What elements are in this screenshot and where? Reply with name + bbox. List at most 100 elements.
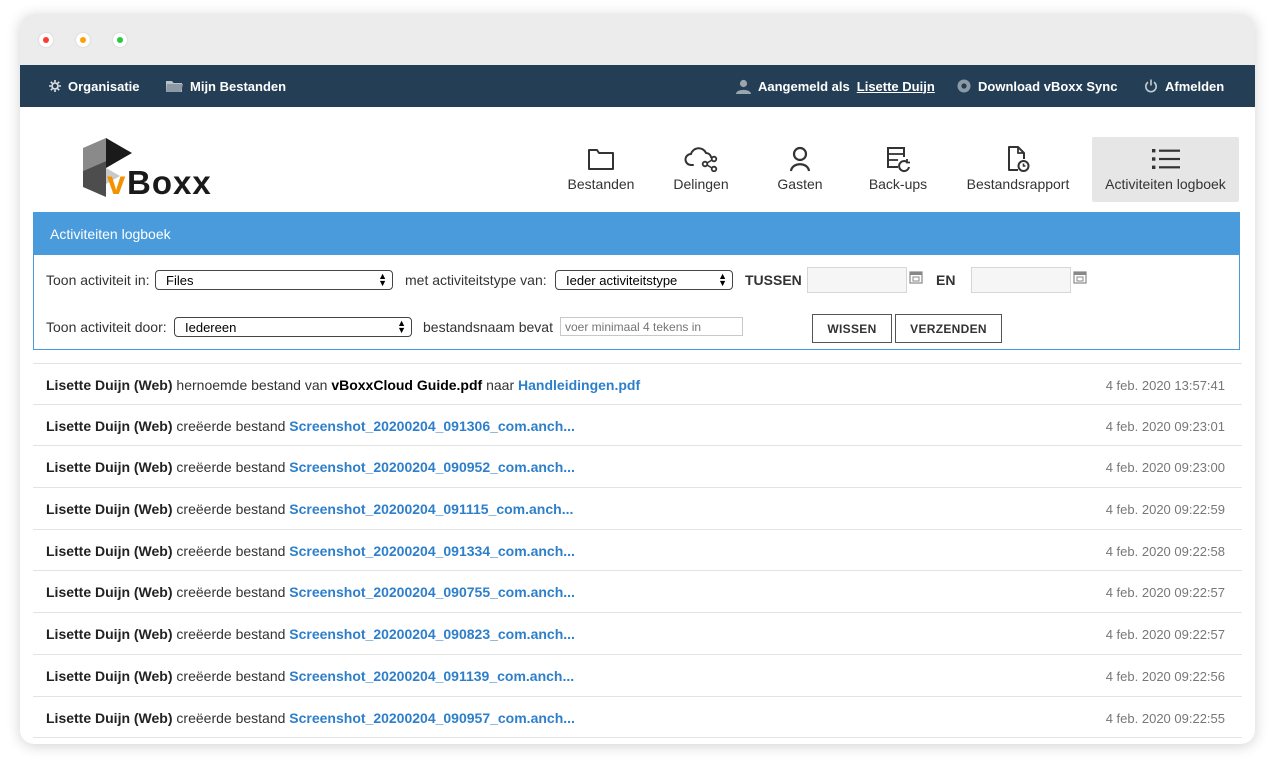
- activity-target-link[interactable]: Screenshot_20200204_090823_com.anch...: [289, 626, 575, 642]
- list-item: Lisette Duijn (Web) creëerde bestand Scr…: [33, 446, 1242, 489]
- mijn-bestanden-link[interactable]: Mijn Bestanden: [166, 65, 286, 107]
- app-header: v Boxx Bestanden Delingen Gasten Back-up…: [20, 107, 1255, 212]
- activity-description: Lisette Duijn (Web) creëerde bestand Scr…: [46, 501, 573, 517]
- activity-description: Lisette Duijn (Web) creëerde bestand Scr…: [46, 543, 575, 559]
- show-in-value: Files: [166, 272, 194, 288]
- activity-description: Lisette Duijn (Web) creëerde bestand Scr…: [46, 710, 575, 726]
- filename-input[interactable]: [560, 317, 743, 336]
- minimize-window-button[interactable]: [76, 33, 90, 47]
- list-item: Lisette Duijn (Web) creëerde bestand Scr…: [33, 613, 1242, 655]
- calendar-icon[interactable]: [909, 270, 923, 289]
- logo-v-letter: v: [107, 164, 126, 199]
- activity-timestamp: 4 feb. 2020 09:22:57: [1105, 627, 1225, 643]
- logout-label: Afmelden: [1165, 78, 1225, 94]
- activity-target-link[interactable]: Screenshot_20200204_090755_com.anch...: [289, 584, 575, 600]
- download-sync-link[interactable]: Download vBoxx Sync: [957, 65, 1117, 107]
- activity-target-link[interactable]: Screenshot_20200204_091334_com.anch...: [289, 543, 575, 559]
- activity-action: creëerde bestand: [176, 626, 286, 643]
- activity-action: creëerde bestand: [176, 709, 286, 726]
- logo-wordmark: Boxx: [127, 164, 212, 199]
- activity-description: Lisette Duijn (Web) creëerde bestand Scr…: [46, 668, 574, 684]
- tab-bestanden-label: Bestanden: [567, 176, 635, 192]
- sync-icon: [957, 79, 971, 93]
- mijn-bestanden-label: Mijn Bestanden: [190, 78, 287, 94]
- tab-bestandsrapport-label: Bestandsrapport: [966, 176, 1070, 192]
- activity-action: creëerde bestand: [176, 459, 286, 476]
- tab-gasten[interactable]: Gasten: [766, 137, 834, 202]
- activity-type-value: Ieder activiteitstype: [566, 272, 678, 288]
- activity-user: Lisette Duijn (Web): [46, 377, 173, 393]
- tab-activiteiten-logboek-label: Activiteiten logboek: [1105, 176, 1226, 192]
- activity-list: Lisette Duijn (Web) hernoemde bestand va…: [33, 363, 1242, 739]
- activity-target-link[interactable]: Screenshot_20200204_090957_com.anch...: [289, 710, 575, 726]
- activity-target-link[interactable]: Screenshot_20200204_091306_com.anch...: [289, 418, 575, 434]
- logged-in-user-link[interactable]: Lisette Duijn: [857, 79, 935, 94]
- list-icon: [1092, 142, 1239, 176]
- and-label: EN: [936, 272, 956, 288]
- select-arrows-icon: ▲ ▼: [378, 271, 387, 288]
- tab-delingen-label: Delingen: [673, 176, 729, 192]
- browser-window: Organisatie Mijn Bestanden Aangemeld als…: [20, 14, 1255, 744]
- tab-gasten-label: Gasten: [777, 176, 823, 192]
- activity-action: creëerde bestand: [176, 501, 286, 518]
- activity-action: creëerde bestand: [176, 542, 286, 559]
- tab-activiteiten-logboek[interactable]: Activiteiten logboek: [1092, 137, 1239, 202]
- activity-description: Lisette Duijn (Web) hernoemde bestand va…: [46, 377, 640, 393]
- logged-in-prefix: Aangemeld als: [758, 78, 850, 94]
- activity-user: Lisette Duijn (Web): [46, 542, 173, 559]
- select-arrows-icon: ▲ ▼: [397, 318, 406, 335]
- activity-user: Lisette Duijn (Web): [46, 584, 173, 601]
- activity-type-select[interactable]: Ieder activiteitstype ▲ ▼: [555, 270, 733, 290]
- top-navigation-bar: Organisatie Mijn Bestanden Aangemeld als…: [20, 65, 1255, 107]
- tab-back-ups[interactable]: Back-ups: [860, 137, 936, 202]
- calendar-icon[interactable]: [1073, 270, 1087, 289]
- activity-timestamp: 4 feb. 2020 09:23:01: [1105, 418, 1225, 434]
- tab-delingen[interactable]: Delingen: [662, 137, 740, 202]
- submit-button[interactable]: VERZENDEN: [895, 314, 1002, 343]
- activity-source-file: vBoxxCloud Guide.pdf: [331, 377, 483, 393]
- list-item: Lisette Duijn (Web) hernoemde bestand va…: [33, 363, 1242, 405]
- filename-label: bestandsnaam bevat: [423, 319, 553, 335]
- list-item: Lisette Duijn (Web) creëerde bestand Scr…: [33, 697, 1242, 739]
- list-item: Lisette Duijn (Web) creëerde bestand Scr…: [33, 655, 1242, 697]
- gear-icon: [49, 80, 61, 92]
- vboxx-logo[interactable]: v Boxx: [80, 135, 225, 204]
- activity-timestamp: 4 feb. 2020 13:57:41: [1105, 378, 1225, 393]
- activity-by-select[interactable]: Iedereen ▲ ▼: [174, 317, 412, 337]
- show-in-label: Toon activiteit in:: [46, 272, 150, 288]
- activity-user: Lisette Duijn (Web): [46, 626, 173, 643]
- list-item: Lisette Duijn (Web) creëerde bestand Scr…: [33, 488, 1242, 530]
- activity-description: Lisette Duijn (Web) creëerde bestand Scr…: [46, 418, 575, 434]
- activity-action: creëerde bestand: [176, 584, 286, 601]
- activity-type-label: met activiteitstype van:: [405, 272, 547, 288]
- activity-timestamp: 4 feb. 2020 09:23:00: [1105, 460, 1225, 476]
- tab-bestanden[interactable]: Bestanden: [560, 137, 642, 202]
- date-to-input[interactable]: [971, 267, 1071, 293]
- clear-button[interactable]: WISSEN: [812, 314, 892, 343]
- activity-timestamp: 4 feb. 2020 09:22:58: [1105, 543, 1225, 559]
- panel-title: Activiteiten logboek: [34, 213, 1239, 255]
- cloud-share-icon: [662, 142, 740, 176]
- activity-user: Lisette Duijn (Web): [46, 501, 173, 518]
- folder-icon: [560, 142, 642, 176]
- activity-target-link[interactable]: Screenshot_20200204_090952_com.anch...: [289, 459, 575, 475]
- organisatie-link[interactable]: Organisatie: [49, 65, 140, 107]
- filter-panel: Activiteiten logboek Toon activiteit in:…: [33, 212, 1240, 350]
- list-item: Lisette Duijn (Web) creëerde bestand Scr…: [33, 530, 1242, 572]
- logout-link[interactable]: Afmelden: [1144, 65, 1224, 107]
- maximize-window-button[interactable]: [113, 33, 127, 47]
- window-titlebar: [20, 14, 1255, 65]
- select-arrows-icon: ▲ ▼: [718, 271, 727, 288]
- tab-bestandsrapport[interactable]: Bestandsrapport: [958, 137, 1078, 202]
- activity-target-link[interactable]: Screenshot_20200204_091115_com.anch...: [289, 501, 573, 517]
- activity-action: hernoemde bestand van: [176, 377, 328, 393]
- close-window-button[interactable]: [39, 33, 53, 47]
- show-in-select[interactable]: Files ▲ ▼: [155, 270, 393, 290]
- date-from-input[interactable]: [807, 267, 907, 293]
- activity-description: Lisette Duijn (Web) creëerde bestand Scr…: [46, 459, 575, 475]
- activity-by-value: Iedereen: [185, 319, 237, 335]
- activity-description: Lisette Duijn (Web) creëerde bestand Scr…: [46, 626, 575, 642]
- activity-action: creëerde bestand: [176, 667, 286, 684]
- activity-target-link[interactable]: Handleidingen.pdf: [518, 377, 640, 393]
- activity-target-link[interactable]: Screenshot_20200204_091139_com.anch...: [289, 668, 574, 684]
